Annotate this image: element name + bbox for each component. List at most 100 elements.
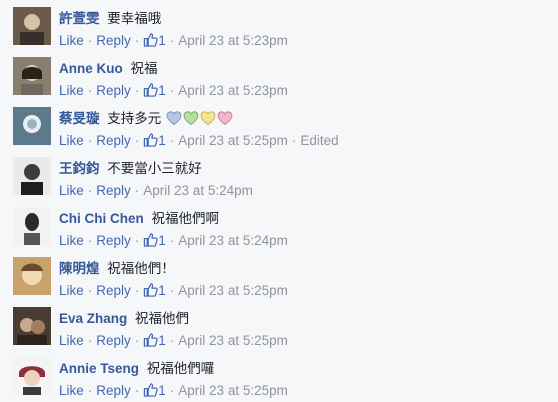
comment: 蔡旻璇 支持多元 Like · Reply · 1 · April 23 at 5:25pm… xyxy=(0,100,558,150)
separator: · xyxy=(87,383,93,398)
avatar[interactable] xyxy=(13,257,51,295)
heart-emoji-group xyxy=(166,110,234,132)
like-link[interactable]: Like xyxy=(59,233,84,248)
comment-text: 要幸福哦 xyxy=(107,11,162,26)
comment-text: 祝福他們囉 xyxy=(146,361,215,376)
comment: Chi Chi Chen 祝福他們啊 Like · Reply · 1 · April 23… xyxy=(0,200,558,250)
separator: · xyxy=(169,33,175,48)
heart-icon xyxy=(183,111,199,125)
reply-link[interactable]: Reply xyxy=(96,333,131,348)
comment: Anne Kuo 祝福 Like · Reply · 1 · April 23 at 5:2… xyxy=(0,50,558,100)
author-name[interactable]: 許萱雯 xyxy=(59,11,100,26)
reply-link[interactable]: Reply xyxy=(96,283,131,298)
like-link[interactable]: Like xyxy=(59,333,84,348)
heart-icon xyxy=(166,111,182,125)
thumbs-up-icon xyxy=(144,333,159,347)
like-link[interactable]: Like xyxy=(59,283,84,298)
like-count-badge[interactable]: 1 xyxy=(143,81,166,101)
avatar[interactable] xyxy=(13,107,51,145)
author-name[interactable]: 陳明煌 xyxy=(59,261,100,276)
separator: · xyxy=(291,133,297,148)
like-link[interactable]: Like xyxy=(59,183,84,198)
timestamp[interactable]: April 23 at 5:24pm xyxy=(143,183,253,198)
author-name[interactable]: Eva Zhang xyxy=(59,311,127,326)
author-name[interactable]: Chi Chi Chen xyxy=(59,211,144,226)
separator: · xyxy=(87,333,93,348)
like-link[interactable]: Like xyxy=(59,383,84,398)
separator: · xyxy=(169,83,175,98)
separator: · xyxy=(134,33,140,48)
like-count: 1 xyxy=(158,83,166,98)
separator: · xyxy=(134,83,140,98)
separator: · xyxy=(169,283,175,298)
author-name[interactable]: Annie Tseng xyxy=(59,361,139,376)
comment: 陳明煌 祝福他們！ Like · Reply · 1 · April 23 at 5:25p… xyxy=(0,250,558,300)
comment-text: 祝福他們啊 xyxy=(151,211,220,226)
comment: Annie Tseng 祝福他們囉 Like · Reply · 1 · April 23 … xyxy=(0,350,558,400)
separator: · xyxy=(134,133,140,148)
like-count-badge[interactable]: 1 xyxy=(143,381,166,401)
separator: · xyxy=(134,383,140,398)
like-count-badge[interactable]: 1 xyxy=(143,31,166,51)
thumbs-up-icon xyxy=(144,233,159,247)
like-count-badge[interactable]: 1 xyxy=(143,131,166,151)
separator: · xyxy=(87,83,93,98)
separator: · xyxy=(87,283,93,298)
avatar[interactable] xyxy=(13,57,51,95)
separator: · xyxy=(169,333,175,348)
like-count: 1 xyxy=(158,383,166,398)
timestamp[interactable]: April 23 at 5:25pm xyxy=(178,333,288,348)
comment-text: 祝福他們！ xyxy=(107,261,175,276)
like-count-badge[interactable]: 1 xyxy=(143,281,166,301)
avatar[interactable] xyxy=(13,357,51,395)
reply-link[interactable]: Reply xyxy=(96,133,131,148)
comment-list: 許萱雯 要幸福哦 Like · Reply · 1 · April 23 at 5:23pm… xyxy=(0,0,558,402)
timestamp[interactable]: April 23 at 5:25pm xyxy=(178,383,288,398)
like-count: 1 xyxy=(158,333,166,348)
comment: 許萱雯 要幸福哦 Like · Reply · 1 · April 23 at 5:23pm xyxy=(0,0,558,50)
author-name[interactable]: Anne Kuo xyxy=(59,61,123,76)
avatar[interactable] xyxy=(13,307,51,345)
timestamp[interactable]: April 23 at 5:23pm xyxy=(178,33,288,48)
timestamp[interactable]: April 23 at 5:23pm xyxy=(178,83,288,98)
like-count: 1 xyxy=(158,33,166,48)
reply-link[interactable]: Reply xyxy=(96,183,131,198)
separator: · xyxy=(134,283,140,298)
separator: · xyxy=(87,33,93,48)
timestamp[interactable]: April 23 at 5:24pm xyxy=(178,233,288,248)
reply-link[interactable]: Reply xyxy=(96,233,131,248)
reply-link[interactable]: Reply xyxy=(96,383,131,398)
like-count: 1 xyxy=(158,233,166,248)
heart-icon xyxy=(200,111,216,125)
reply-link[interactable]: Reply xyxy=(96,33,131,48)
comment-text: 祝福他們 xyxy=(135,311,190,326)
like-count-badge[interactable]: 1 xyxy=(143,231,166,251)
separator: · xyxy=(134,233,140,248)
author-name[interactable]: 王鈞鈞 xyxy=(59,161,100,176)
like-link[interactable]: Like xyxy=(59,33,84,48)
like-count-badge[interactable]: 1 xyxy=(143,331,166,351)
comment: Eva Zhang 祝福他們 Like · Reply · 1 · April 23 at … xyxy=(0,300,558,350)
comment: 王鈞鈞 不要當小三就好 Like · Reply · April 23 at 5:24p… xyxy=(0,150,558,200)
avatar[interactable] xyxy=(13,207,51,245)
avatar[interactable] xyxy=(13,157,51,195)
thumbs-up-icon xyxy=(144,83,159,97)
edited-label[interactable]: Edited xyxy=(300,133,338,148)
like-count: 1 xyxy=(158,283,166,298)
avatar[interactable] xyxy=(13,7,51,45)
separator: · xyxy=(134,333,140,348)
author-name[interactable]: 蔡旻璇 xyxy=(59,111,100,126)
like-link[interactable]: Like xyxy=(59,133,84,148)
thumbs-up-icon xyxy=(144,133,159,147)
reply-link[interactable]: Reply xyxy=(96,83,131,98)
thumbs-up-icon xyxy=(144,383,159,397)
separator: · xyxy=(87,233,93,248)
timestamp[interactable]: April 23 at 5:25pm xyxy=(178,133,288,148)
timestamp[interactable]: April 23 at 5:25pm xyxy=(178,283,288,298)
like-link[interactable]: Like xyxy=(59,83,84,98)
thumbs-up-icon xyxy=(144,283,159,297)
thumbs-up-icon xyxy=(144,33,159,47)
separator: · xyxy=(169,383,175,398)
separator: · xyxy=(169,233,175,248)
separator: · xyxy=(169,133,175,148)
